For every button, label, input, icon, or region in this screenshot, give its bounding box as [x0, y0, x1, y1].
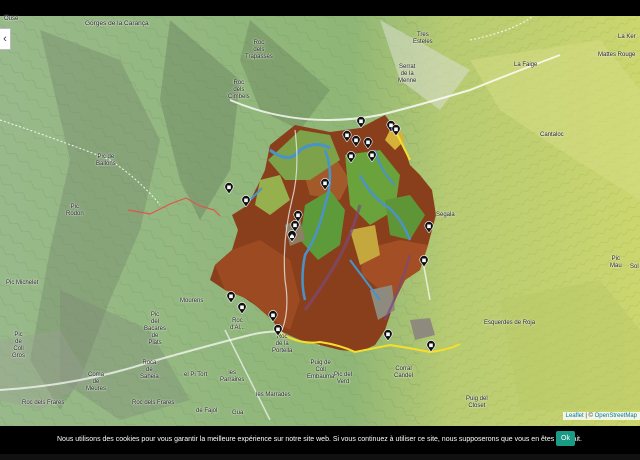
place-label: Sol	[630, 264, 639, 270]
place-label: el Pi Tort	[184, 372, 208, 378]
info-pin-icon[interactable]	[424, 220, 434, 234]
place-label: La Ker	[618, 34, 636, 40]
hut-pin-icon[interactable]	[287, 229, 297, 243]
place-label: les Marrades	[256, 392, 291, 398]
cookie-banner: Nous utilisons des cookies pour vous gar…	[0, 426, 640, 454]
info-pin-icon[interactable]	[383, 328, 393, 342]
sidebar-toggle-button[interactable]: ‹	[0, 28, 11, 50]
place-label: Roc dels Trapassés	[245, 40, 273, 60]
info-pin-icon[interactable]	[351, 134, 361, 148]
place-label: Ouse	[4, 16, 19, 22]
place-label: Esquerdes de Roja	[484, 320, 536, 326]
place-label: Pic de Coll Gros	[12, 332, 26, 359]
place-label: Pic Mau	[610, 256, 622, 269]
place-label: Puig del Closet	[466, 396, 488, 409]
place-label: Roc de la Portella	[272, 334, 293, 354]
info-pin-icon[interactable]	[237, 301, 247, 315]
place-label: de Fajol	[196, 408, 218, 414]
place-label: Pic Rodon	[66, 204, 84, 217]
place-label: Serrat de la Menne	[398, 64, 417, 84]
place-label: les Parraires	[220, 370, 245, 383]
info-pin-icon[interactable]	[320, 177, 330, 191]
info-pin-icon[interactable]	[346, 150, 356, 164]
place-label: Coma de Meures	[86, 372, 107, 392]
info-pin-icon[interactable]	[363, 136, 373, 150]
place-label: Pic del Verd	[334, 372, 353, 385]
info-pin-icon[interactable]	[419, 254, 429, 268]
place-label: Tres Esteles	[413, 32, 433, 45]
place-label: Puig de Coll Embauma	[307, 360, 335, 380]
info-pin-icon[interactable]	[268, 309, 278, 323]
place-label: Gua	[232, 410, 244, 416]
place-label: Roc dels Frares	[22, 400, 65, 406]
info-pin-icon[interactable]	[426, 339, 436, 353]
place-label: Pic del Bacarès de Plats	[144, 312, 167, 346]
leaflet-link[interactable]: Leaflet	[566, 413, 584, 419]
place-label: Roc d'Al...	[230, 318, 245, 331]
map-attribution: Leaflet | © OpenStreetMap	[562, 412, 640, 420]
place-label: Pic de Ballons	[96, 154, 116, 167]
place-label: La Faige	[514, 62, 538, 68]
osm-link[interactable]: OpenStreetMap	[595, 413, 637, 419]
info-pin-icon[interactable]	[367, 149, 377, 163]
place-label: Gorges de la Carança	[85, 20, 149, 27]
cookie-ok-button[interactable]: Ok	[556, 431, 575, 446]
place-label: Roc dels Frares	[132, 400, 175, 406]
place-label: Cantaloc	[540, 132, 564, 138]
place-label: Corral Candel	[394, 366, 414, 379]
info-pin-icon[interactable]	[241, 194, 251, 208]
info-pin-icon[interactable]	[273, 323, 283, 337]
bottom-strip	[0, 454, 640, 460]
place-label: Pic Michelet	[6, 280, 39, 286]
attribution-separator: | ©	[583, 413, 595, 419]
place-label: Mattes Rouge	[598, 52, 636, 58]
place-label: Roca de Saheia	[140, 360, 159, 380]
top-black-bar	[0, 0, 640, 16]
place-label: Mourens	[180, 298, 204, 304]
place-label: Segala	[436, 212, 455, 218]
info-pin-icon[interactable]	[391, 123, 401, 137]
info-pin-icon[interactable]	[226, 290, 236, 304]
place-label: Roc dels Cimbels	[228, 80, 250, 100]
info-pin-icon[interactable]	[356, 115, 366, 129]
cookie-message: Nous utilisons des cookies pour vous gar…	[57, 436, 582, 443]
info-pin-icon[interactable]	[224, 181, 234, 195]
